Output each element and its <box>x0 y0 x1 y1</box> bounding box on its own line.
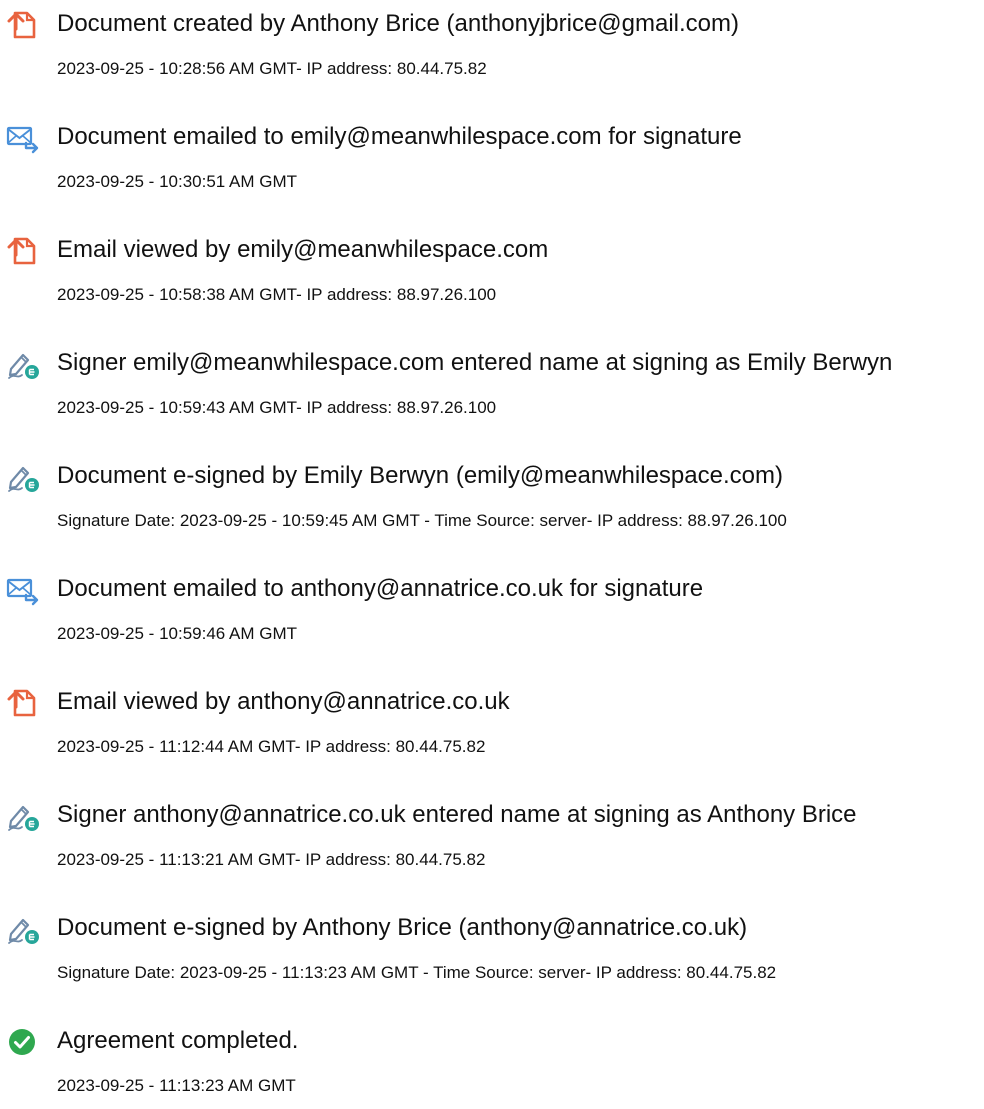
entry-timestamp: 2023-09-25 - 11:13:21 AM GMT- IP address… <box>57 850 486 869</box>
audit-entry: Document created by Anthony Brice (antho… <box>0 0 984 92</box>
agreement-completed-icon <box>6 1025 40 1059</box>
audit-entry: Document emailed to emily@meanwhilespace… <box>0 113 984 205</box>
document-viewed-icon <box>6 686 40 720</box>
audit-trail-log: Document created by Anthony Brice (antho… <box>0 0 984 1108</box>
entry-timestamp: Signature Date: 2023-09-25 - 10:59:45 AM… <box>57 511 787 530</box>
entry-timestamp: 2023-09-25 - 11:12:44 AM GMT- IP address… <box>57 737 486 756</box>
entry-timestamp: 2023-09-25 - 10:28:56 AM GMT- IP address… <box>57 59 487 78</box>
entry-timestamp: 2023-09-25 - 10:59:46 AM GMT <box>57 624 298 643</box>
audit-entry: Agreement completed. 2023-09-25 - 11:13:… <box>0 1017 984 1109</box>
audit-entry: Document e-signed by Emily Berwyn (emily… <box>0 452 984 544</box>
entry-title: Document e-signed by Anthony Brice (anth… <box>57 914 748 941</box>
audit-entry: Email viewed by anthony@annatrice.co.uk … <box>0 678 984 770</box>
document-viewed-icon <box>6 234 40 268</box>
audit-entry: Signer emily@meanwhilespace.com entered … <box>0 339 984 431</box>
entry-title: Agreement completed. <box>57 1027 299 1054</box>
entry-timestamp: 2023-09-25 - 11:13:23 AM GMT <box>57 1076 296 1095</box>
entry-title: Document created by Anthony Brice (antho… <box>57 10 740 37</box>
signer-pen-icon <box>6 799 40 833</box>
entry-timestamp: 2023-09-25 - 10:30:51 AM GMT <box>57 172 298 191</box>
audit-entry: Document e-signed by Anthony Brice (anth… <box>0 904 984 996</box>
audit-entry: Document emailed to anthony@annatrice.co… <box>0 565 984 657</box>
entry-title: Signer anthony@annatrice.co.uk entered n… <box>57 801 857 828</box>
signer-pen-icon <box>6 347 40 381</box>
esign-pen-icon <box>6 460 40 494</box>
entry-title: Document emailed to emily@meanwhilespace… <box>57 123 742 150</box>
entry-title: Email viewed by anthony@annatrice.co.uk <box>57 688 510 715</box>
entry-title: Document e-signed by Emily Berwyn (emily… <box>57 462 783 489</box>
entry-timestamp: Signature Date: 2023-09-25 - 11:13:23 AM… <box>57 963 777 982</box>
document-created-icon <box>6 8 40 42</box>
audit-entry: Email viewed by emily@meanwhilespace.com… <box>0 226 984 318</box>
audit-entry: Signer anthony@annatrice.co.uk entered n… <box>0 791 984 883</box>
email-sent-icon <box>6 121 40 155</box>
entry-title: Signer emily@meanwhilespace.com entered … <box>57 349 893 376</box>
entry-title: Email viewed by emily@meanwhilespace.com <box>57 236 549 263</box>
entry-timestamp: 2023-09-25 - 10:59:43 AM GMT- IP address… <box>57 398 497 417</box>
entry-timestamp: 2023-09-25 - 10:58:38 AM GMT- IP address… <box>57 285 497 304</box>
email-sent-icon <box>6 573 40 607</box>
entry-title: Document emailed to anthony@annatrice.co… <box>57 575 704 602</box>
esign-pen-icon <box>6 912 40 946</box>
